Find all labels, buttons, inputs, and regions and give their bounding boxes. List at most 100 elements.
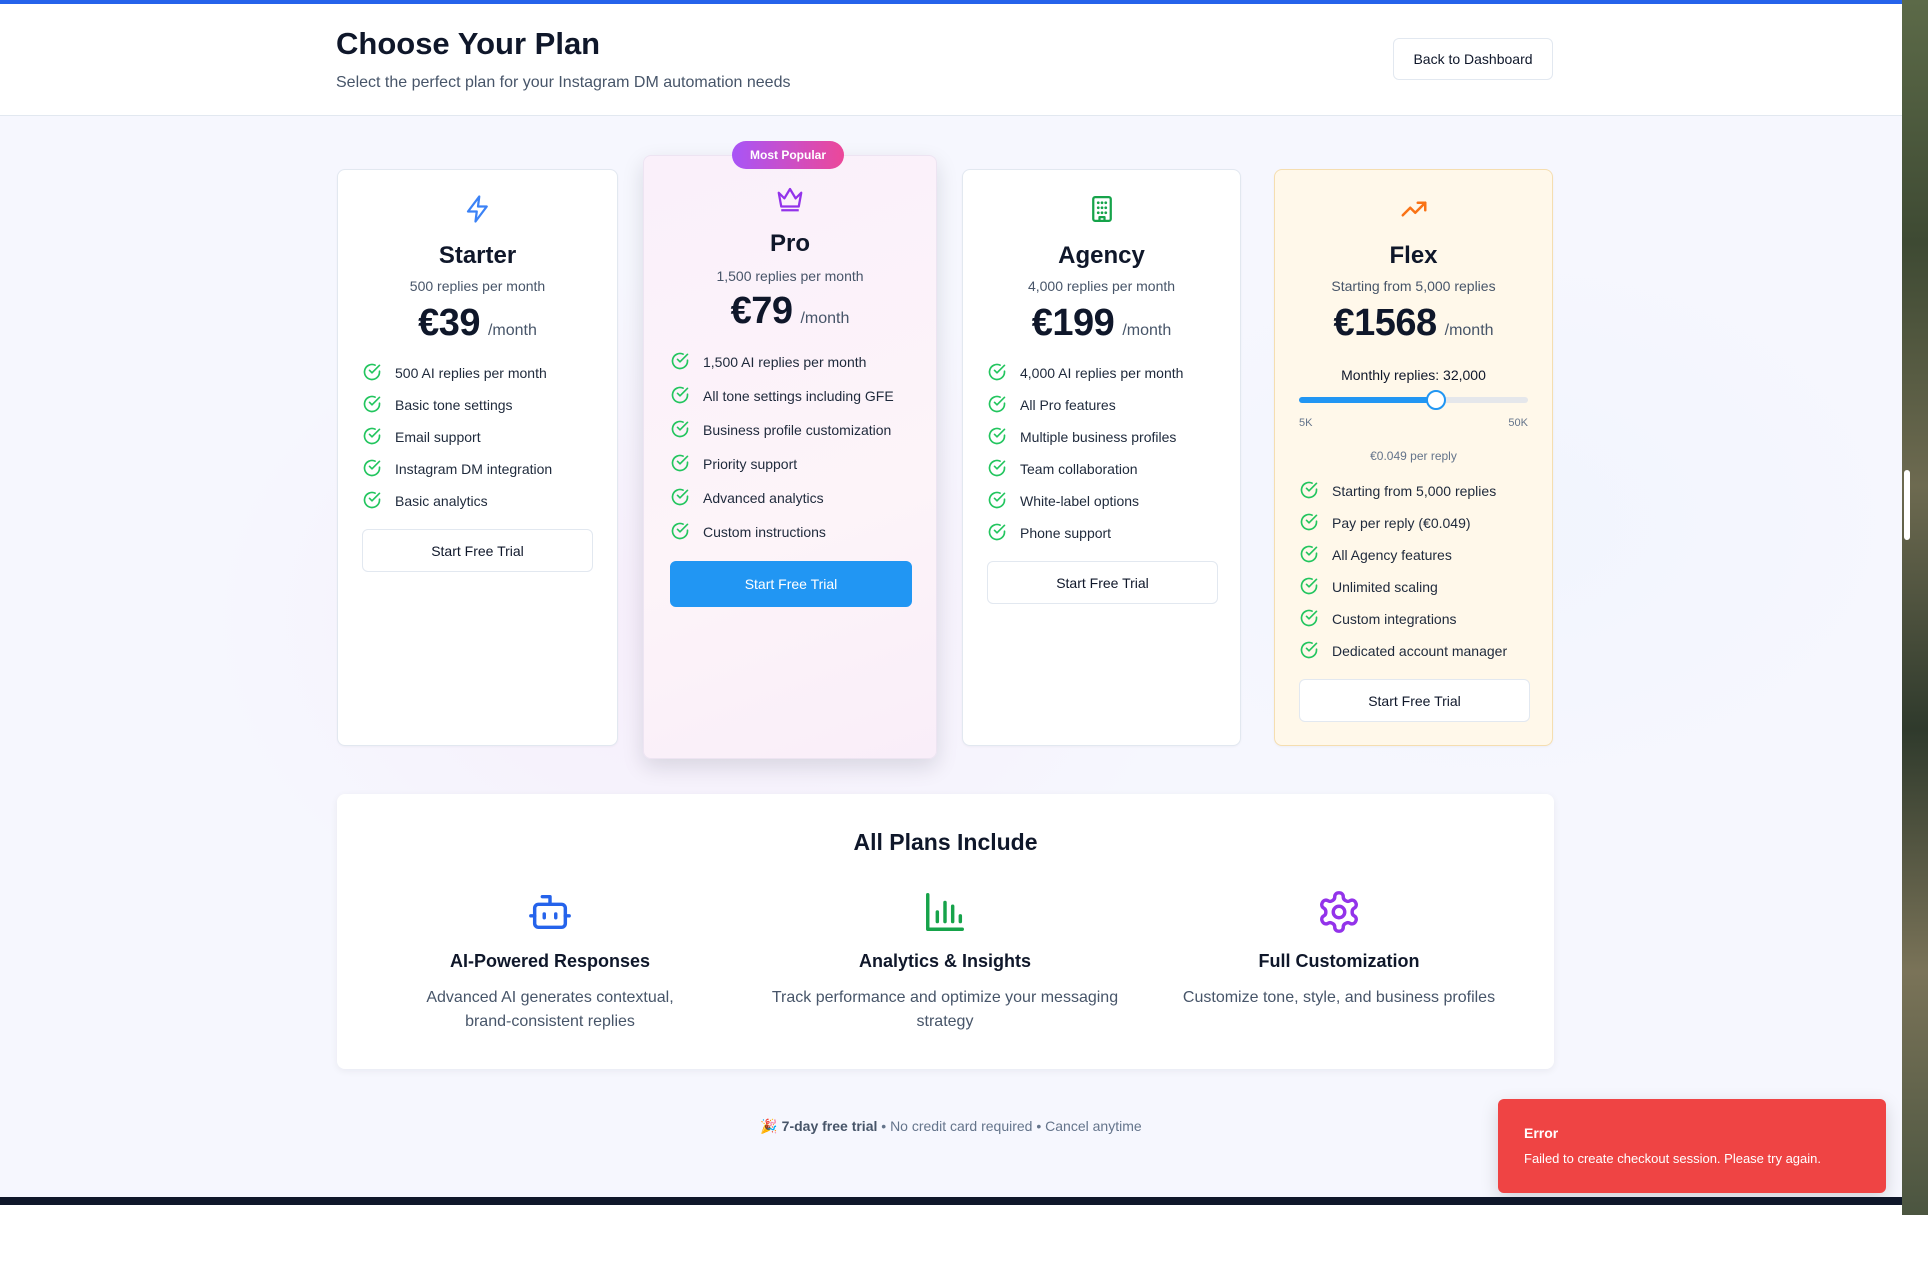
feature-item: Instagram DM integration xyxy=(362,453,593,485)
feature-text: Unlimited scaling xyxy=(1332,579,1438,595)
plan-price: €1568 xyxy=(1333,302,1437,344)
plan-card-agency: Agency 4,000 replies per month €199 /mon… xyxy=(962,169,1241,746)
cancel-text: Cancel anytime xyxy=(1045,1118,1142,1134)
feature-text: 4,000 AI replies per month xyxy=(1020,365,1184,381)
check-circle-icon xyxy=(362,362,382,385)
all-plans-include-section: All Plans Include AI-Powered Responses A… xyxy=(337,794,1554,1069)
price-row: €1568 /month xyxy=(1275,302,1552,345)
plan-period: /month xyxy=(800,310,850,327)
trial-text: 7-day free trial xyxy=(781,1118,878,1134)
price-row: €39 /month xyxy=(338,302,617,345)
check-circle-icon xyxy=(1299,480,1319,503)
plan-period: /month xyxy=(1122,322,1172,339)
feature-item: Email support xyxy=(362,421,593,453)
slider-max-label: 50K xyxy=(1508,417,1528,429)
check-circle-icon xyxy=(987,362,1007,385)
robot-icon xyxy=(360,889,740,935)
feature-item: Team collaboration xyxy=(987,453,1216,485)
section-title: All Plans Include xyxy=(853,829,1038,855)
plan-name: Flex xyxy=(1389,242,1438,269)
monthly-replies-label: Monthly replies: 32,000 xyxy=(1341,367,1486,383)
background-photo-edge xyxy=(1902,0,1928,1215)
feature-text: Phone support xyxy=(1020,525,1112,541)
include-item-description: Track performance and optimize your mess… xyxy=(771,989,1119,1030)
start-free-trial-button[interactable]: Start Free Trial xyxy=(1299,679,1530,722)
feature-text: All tone settings including GFE xyxy=(703,388,894,404)
slider-thumb[interactable] xyxy=(1426,390,1447,410)
check-circle-icon xyxy=(1299,640,1319,663)
feature-text: Advanced analytics xyxy=(703,490,824,506)
check-circle-icon xyxy=(1299,576,1319,599)
feature-item: Phone support xyxy=(987,517,1216,549)
plan-price: €79 xyxy=(730,290,793,332)
feature-item: Pay per reply (€0.049) xyxy=(1299,507,1528,539)
building-icon xyxy=(963,194,1240,224)
include-item-title: Analytics & Insights xyxy=(858,951,1032,971)
plan-period: /month xyxy=(1444,322,1494,339)
plan-name: Starter xyxy=(438,242,517,269)
page-title: Choose Your Plan xyxy=(336,26,601,61)
check-circle-icon xyxy=(670,487,690,510)
price-row: €79 /month xyxy=(644,290,936,333)
toast-title: Error xyxy=(1524,1125,1559,1141)
feature-text: All Agency features xyxy=(1332,547,1452,563)
feature-text: Team collaboration xyxy=(1020,461,1138,477)
check-circle-icon xyxy=(670,521,690,544)
check-circle-icon xyxy=(987,426,1007,449)
gear-icon xyxy=(1149,889,1529,935)
separator: • xyxy=(881,1118,887,1134)
feature-item: All Pro features xyxy=(987,389,1216,421)
plan-description: 1,500 replies per month xyxy=(716,268,864,284)
feature-item: Basic tone settings xyxy=(362,389,593,421)
feature-item: White-label options xyxy=(987,485,1216,517)
include-item-description: Advanced AI generates contextual, brand-… xyxy=(426,989,674,1030)
plan-period: /month xyxy=(487,322,537,339)
feature-item: 4,000 AI replies per month xyxy=(987,357,1216,389)
feature-item: Custom instructions xyxy=(670,515,910,549)
error-toast[interactable]: Error Failed to create checkout session.… xyxy=(1498,1099,1886,1193)
feature-text: Pay per reply (€0.049) xyxy=(1332,515,1471,531)
check-circle-icon xyxy=(987,522,1007,545)
price-row: €199 /month xyxy=(963,302,1240,345)
trending-up-icon xyxy=(1275,194,1552,224)
feature-text: Email support xyxy=(395,429,481,445)
check-circle-icon xyxy=(362,490,382,513)
check-circle-icon xyxy=(670,385,690,408)
per-reply-price: €0.049 per reply xyxy=(1370,449,1457,463)
feature-text: Dedicated account manager xyxy=(1332,643,1508,659)
start-free-trial-button[interactable]: Start Free Trial xyxy=(670,561,912,607)
plan-card-pro: Most Popular Pro 1,500 replies per month… xyxy=(643,141,937,759)
page-subtitle: Select the perfect plan for your Instagr… xyxy=(336,74,791,91)
plan-description: 4,000 replies per month xyxy=(1027,278,1176,294)
monthly-replies-slider[interactable] xyxy=(1299,390,1528,410)
feature-item: 1,500 AI replies per month xyxy=(670,345,910,379)
bar-chart-icon xyxy=(755,889,1135,935)
plan-description: Starting from 5,000 replies xyxy=(1331,278,1496,294)
start-free-trial-button[interactable]: Start Free Trial xyxy=(987,561,1218,604)
feature-text: 500 AI replies per month xyxy=(395,365,547,381)
separator: • xyxy=(1036,1118,1042,1134)
feature-list: 4,000 AI replies per month All Pro featu… xyxy=(987,357,1216,549)
page-header: Choose Your Plan Select the perfect plan… xyxy=(0,4,1902,116)
feature-text: Business profile customization xyxy=(703,422,892,438)
check-circle-icon xyxy=(670,419,690,442)
plan-card-starter: Starter 500 replies per month €39 /month… xyxy=(337,169,618,746)
feature-item: Unlimited scaling xyxy=(1299,571,1528,603)
slider-fill xyxy=(1299,397,1437,403)
feature-item: Basic analytics xyxy=(362,485,593,517)
plan-description: 500 replies per month xyxy=(409,278,546,294)
back-to-dashboard-button[interactable]: Back to Dashboard xyxy=(1393,38,1553,80)
feature-list: Starting from 5,000 replies Pay per repl… xyxy=(1299,475,1528,667)
plan-name: Pro xyxy=(769,230,810,257)
app-window: Choose Your Plan Select the perfect plan… xyxy=(0,0,1902,1205)
feature-text: Custom integrations xyxy=(1332,611,1457,627)
feature-item: Custom integrations xyxy=(1299,603,1528,635)
plan-name: Agency xyxy=(1058,242,1145,269)
check-circle-icon xyxy=(1299,544,1319,567)
toast-message: Failed to create checkout session. Pleas… xyxy=(1524,1151,1821,1166)
feature-text: 1,500 AI replies per month xyxy=(703,354,867,370)
start-free-trial-button[interactable]: Start Free Trial xyxy=(362,529,593,572)
feature-text: Priority support xyxy=(703,456,798,472)
include-item-title: AI-Powered Responses xyxy=(449,951,651,971)
feature-text: Custom instructions xyxy=(703,524,826,540)
